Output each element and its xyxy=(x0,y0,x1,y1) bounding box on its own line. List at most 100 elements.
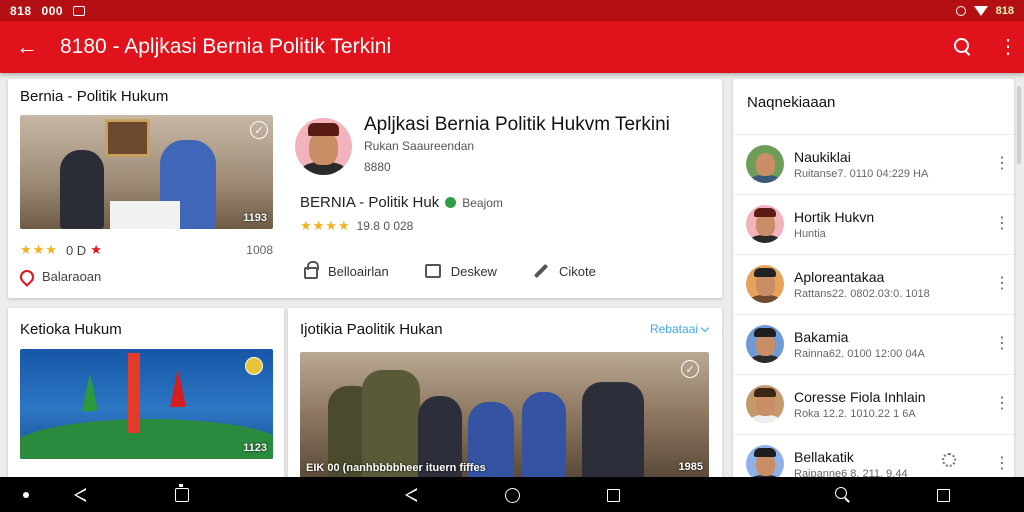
video-duration: 1193 xyxy=(243,212,267,224)
screenshot-button[interactable] xyxy=(172,484,192,505)
home-icon xyxy=(504,487,520,503)
channel-name-row: BERNIA - Politik Huk Beajom xyxy=(300,194,503,211)
list-item[interactable]: Aploreantakaa Rattans22. 0802.03:0. 1018… xyxy=(733,254,1014,314)
item-subtitle: Rattans22. 0802.03:0. 1018 xyxy=(794,288,930,300)
channel-avatar[interactable] xyxy=(295,118,352,175)
list-item[interactable]: Coresse Fiola Inhlain Roka 12.2. 1010.22… xyxy=(733,374,1014,434)
news-label: Ijotikia Paolitik Hukan xyxy=(300,321,443,338)
back-icon xyxy=(74,488,86,502)
list-item[interactable]: Naukiklai Ruitanse7. 0110 04:229 HA ⋮ xyxy=(733,134,1014,194)
item-menu-icon[interactable]: ⋮ xyxy=(994,213,1010,233)
thumbnail-flag xyxy=(82,373,98,411)
notification-icon xyxy=(73,5,86,16)
recommendation-panel: Naqnekiaaan Naukiklai Ruitanse7. 0110 04… xyxy=(733,79,1014,483)
nav-recents-button[interactable] xyxy=(603,485,623,505)
category-card: Ketioka Hukum 1123 xyxy=(8,308,284,478)
page-title: 8180 - Apljkasi Bernia Politik Terkini xyxy=(60,35,392,58)
item-name: Coresse Fiola Inhlain xyxy=(794,389,926,405)
thumbnail-desk xyxy=(110,201,180,229)
share-button[interactable]: Cikote xyxy=(533,263,596,279)
thumbnail-hill xyxy=(20,419,273,459)
channel-title: Apljkasi Bernia Politik Hukvm Terkini xyxy=(364,114,670,135)
star-rating: ★★★★ xyxy=(300,218,351,233)
item-subtitle: Roka 12.2. 1010.22 1 6A xyxy=(794,408,916,420)
check-icon: ✓ xyxy=(681,360,699,378)
verified-icon xyxy=(445,197,457,208)
battery-indicator: 818 xyxy=(995,4,1014,17)
category-thumbnail[interactable]: 1123 xyxy=(20,349,273,459)
source-label: Balaraoan xyxy=(42,269,102,284)
item-name: Naukiklai xyxy=(794,149,851,165)
view-count: 1008 xyxy=(246,243,273,257)
thumbnail-picture xyxy=(105,119,150,157)
save-button[interactable]: Deskew xyxy=(424,263,497,279)
search-icon[interactable] xyxy=(954,38,972,56)
lock-icon xyxy=(304,261,319,279)
overflow-menu-icon[interactable]: ⋮ xyxy=(998,37,1018,57)
video-caption: EIK 00 (nanhbbbbheer ituern fiffes xyxy=(306,462,486,474)
video-duration: 1123 xyxy=(243,442,267,454)
category-label: Ketioka Hukum xyxy=(20,321,122,338)
subscribe-button[interactable]: Belloairlan xyxy=(304,261,389,279)
avatar-cap xyxy=(754,388,776,398)
panel-header: Naqnekiaaan xyxy=(747,94,836,111)
item-subtitle: Ruitanse7. 0110 04:229 HA xyxy=(794,168,929,180)
back-icon xyxy=(405,488,417,502)
status-time: 818 xyxy=(10,3,32,18)
wifi-icon xyxy=(973,5,988,16)
news-thumbnail[interactable]: ✓ EIK 00 (nanhbbbbheer ituern fiffes 198… xyxy=(300,352,709,478)
list-item[interactable]: Bakamia Rainna62. 0100 12:00 04A ⋮ xyxy=(733,314,1014,374)
item-menu-icon[interactable]: ⋮ xyxy=(994,273,1010,293)
featured-thumbnail[interactable]: ✓ 1193 xyxy=(20,115,273,229)
pencil-icon xyxy=(533,263,549,279)
back-button[interactable]: ← xyxy=(16,34,44,60)
search-icon xyxy=(835,487,851,503)
item-menu-icon[interactable]: ⋮ xyxy=(994,153,1010,173)
item-menu-icon[interactable]: ⋮ xyxy=(994,333,1010,353)
list-item[interactable]: Hortik Hukvn Huntia ⋮ xyxy=(733,194,1014,254)
status-bar: 818 000 818 xyxy=(0,0,1024,21)
avatar-cap xyxy=(754,448,776,458)
nav-search-button[interactable] xyxy=(833,485,853,505)
recents-icon xyxy=(936,488,950,502)
check-icon: ✓ xyxy=(250,121,268,139)
item-subtitle: Rainna62. 0100 12:00 04A xyxy=(794,348,925,360)
thumbnail-person xyxy=(582,382,644,478)
see-more-label: Rebataai xyxy=(649,322,698,336)
nav-back-button-2[interactable] xyxy=(401,485,421,505)
thumbnail-person xyxy=(60,150,104,229)
chevron-down-icon xyxy=(700,323,710,332)
screenshot-icon xyxy=(175,484,189,502)
avatar xyxy=(746,385,784,423)
thumbnail-flag xyxy=(170,369,186,407)
avatar-cap xyxy=(754,208,776,218)
action-label: Belloairlan xyxy=(328,263,389,279)
scrollbar[interactable] xyxy=(1017,86,1021,164)
item-name: Hortik Hukvn xyxy=(794,209,875,225)
rating-value: 19.8 0 028 xyxy=(356,219,414,233)
rating-text: 0 D xyxy=(65,242,87,258)
action-label: Deskew xyxy=(450,263,497,279)
featured-section-label: Bernia - Politik Hukum xyxy=(20,88,169,105)
channel-number: 8880 xyxy=(364,160,391,174)
item-menu-icon[interactable]: ⋮ xyxy=(994,393,1010,413)
avatar xyxy=(746,265,784,303)
nav-home-button[interactable] xyxy=(502,485,522,505)
news-card: Ijotikia Paolitik Hukan Rebataai ✓ EIK 0… xyxy=(288,308,722,478)
item-name: Bakamia xyxy=(794,329,849,345)
avatar xyxy=(746,205,784,243)
nav-recents-button-2[interactable] xyxy=(933,485,953,505)
recents-icon xyxy=(606,488,620,502)
loading-icon xyxy=(942,453,956,467)
item-name: Aploreantakaa xyxy=(794,269,885,285)
see-more-link[interactable]: Rebataai xyxy=(649,322,710,336)
thumbnail-tower xyxy=(128,353,140,433)
navigation-bar xyxy=(0,477,1024,512)
nav-dot-button[interactable] xyxy=(16,485,36,505)
avatar xyxy=(746,145,784,183)
location-pin-icon xyxy=(17,266,37,287)
source-link[interactable]: Balaraoan xyxy=(17,266,102,287)
nav-back-button[interactable] xyxy=(70,485,90,505)
avatar-cap xyxy=(754,268,776,278)
item-menu-icon[interactable]: ⋮ xyxy=(994,453,1010,473)
